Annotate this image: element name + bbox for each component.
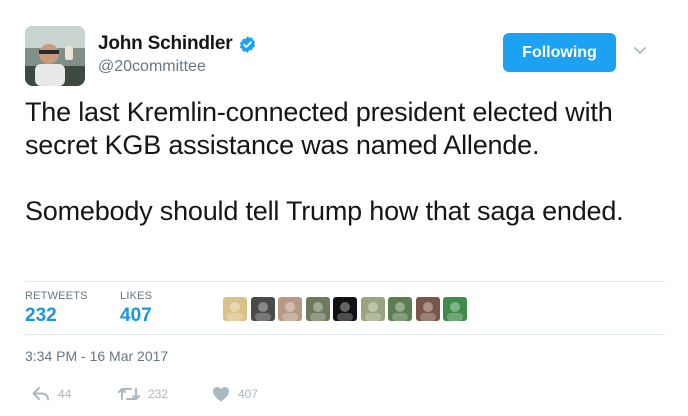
author-display-name[interactable]: John Schindler [98,33,233,55]
liker-avatar-9[interactable] [443,297,467,321]
liked-by-avatars [223,297,471,321]
divider [25,334,665,335]
author-avatar[interactable] [25,26,85,86]
reply-icon [32,386,50,402]
author-handle[interactable]: @20committee [98,58,206,76]
liker-avatar-4[interactable] [305,297,330,321]
liker-avatar-6[interactable] [360,297,385,321]
liker-avatar-7[interactable] [388,297,412,321]
tweet-card: John Schindler @20committee Following Th… [0,0,688,416]
liker-avatar-8[interactable] [415,297,440,321]
reply-count: 44 [58,387,72,401]
likes-label: LIKES [120,290,153,302]
tweet-paragraph: The last Kremlin-connected president ele… [25,97,613,160]
like-count: 407 [238,387,259,401]
retweet-button[interactable]: 232 [118,386,168,402]
tweet-timestamp[interactable]: 3:34 PM - 16 Mar 2017 [25,348,168,364]
heart-icon [212,386,230,402]
likes-count: 407 [120,305,152,326]
tweet-paragraph: Somebody should tell Trump how that saga… [25,196,624,226]
retweets-stat[interactable]: RETWEETS 232 [25,290,88,327]
liker-avatar-3[interactable] [278,297,302,321]
like-button[interactable]: 407 [212,386,258,402]
tweet-text: The last Kremlin-connected president ele… [25,96,665,228]
retweet-icon [118,386,140,402]
following-button[interactable]: Following [503,33,616,72]
retweets-count: 232 [25,305,57,326]
more-options-chevron-down-icon[interactable] [630,40,650,60]
liker-avatar-1[interactable] [223,297,247,321]
reply-button[interactable]: 44 [32,386,71,402]
liker-avatar-2[interactable] [250,297,275,321]
verified-badge-icon [238,35,257,54]
likes-stat[interactable]: LIKES 407 [120,290,152,327]
retweet-count: 232 [148,387,169,401]
divider [25,281,665,282]
liker-avatar-5[interactable] [333,297,357,321]
retweets-label: RETWEETS [25,290,88,302]
author-name-row: John Schindler [98,33,257,55]
